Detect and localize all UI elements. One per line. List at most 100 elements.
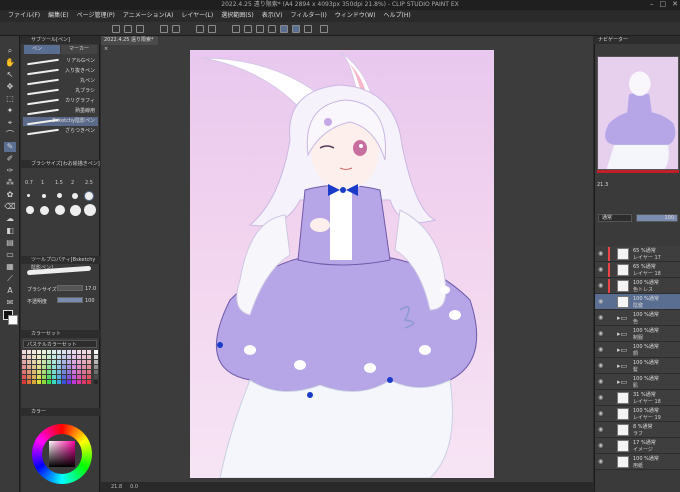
color-swatch[interactable] [87, 355, 91, 359]
color-swatch[interactable] [37, 355, 41, 359]
opacity-slider[interactable] [57, 297, 83, 303]
color-swatch[interactable] [37, 375, 41, 379]
color-swatch[interactable] [27, 365, 31, 369]
color-swatch[interactable] [94, 380, 98, 384]
eye-icon[interactable]: ◉ [598, 458, 603, 465]
layer-row[interactable]: ◉ 65 %通常 レイヤー 18 [595, 262, 680, 278]
eye-icon[interactable]: ◉ [598, 330, 603, 337]
color-swatch[interactable] [67, 350, 71, 354]
menu-selection[interactable]: 選択範囲(S) [221, 10, 254, 22]
eye-icon[interactable]: ◉ [598, 426, 603, 433]
color-swatch[interactable] [87, 365, 91, 369]
color-swatch[interactable] [87, 375, 91, 379]
blend-mode-select[interactable]: 通常 [598, 214, 632, 222]
menu-window[interactable]: ウィンドウ(W) [335, 10, 376, 22]
brush-size-slider[interactable] [57, 285, 83, 291]
eye-icon[interactable]: ◉ [598, 314, 603, 321]
color-swatch[interactable] [52, 350, 56, 354]
brush-item-selected[interactable]: Bsketchy陰影ペン [23, 117, 98, 126]
layer-row[interactable]: ◉ 65 %通常 レイヤー 17 [595, 246, 680, 262]
color-swatch[interactable] [94, 350, 98, 354]
operation-tool-icon[interactable]: ↖ [4, 70, 16, 80]
color-swatch[interactable] [72, 360, 76, 364]
smartphone-icon[interactable] [320, 25, 328, 33]
snap-grid-icon[interactable] [304, 25, 312, 33]
eye-icon[interactable]: ◉ [598, 346, 603, 353]
zoom-tool-icon[interactable]: ⌕ [4, 46, 16, 56]
color-swatch[interactable] [52, 365, 56, 369]
color-swatch[interactable] [57, 365, 61, 369]
color-swatch[interactable] [42, 350, 46, 354]
move-layer-tool-icon[interactable]: ✥ [4, 82, 16, 92]
frame-tool-icon[interactable]: ▦ [4, 262, 16, 272]
navigator-zoom-bar[interactable] [597, 170, 679, 173]
color-swatch[interactable] [37, 365, 41, 369]
color-swatch[interactable] [47, 375, 51, 379]
menu-layer[interactable]: レイヤー(L) [181, 10, 213, 22]
color-swatch[interactable] [47, 370, 51, 374]
brush-item[interactable]: 入り抜きペン [23, 67, 98, 76]
color-swatch[interactable] [82, 380, 86, 384]
color-swatch[interactable] [52, 360, 56, 364]
color-swatch[interactable] [22, 365, 26, 369]
color-swatch[interactable] [47, 350, 51, 354]
size-dot[interactable] [27, 194, 30, 197]
brush-item[interactable]: リアルGペン [23, 57, 98, 66]
brush-item[interactable]: ざらつきペン [23, 127, 98, 136]
color-swatch[interactable] [67, 380, 71, 384]
color-swatch[interactable] [77, 370, 81, 374]
size-dot-selected[interactable] [85, 192, 93, 200]
color-swatch[interactable] [77, 360, 81, 364]
new-file-icon[interactable] [112, 25, 120, 33]
color-swatch[interactable] [72, 365, 76, 369]
color-swatch[interactable] [32, 380, 36, 384]
color-swatch[interactable] [27, 360, 31, 364]
fill-tool-icon[interactable]: ◧ [4, 226, 16, 236]
brush-item[interactable]: 丸ペン [23, 77, 98, 86]
hand-tool-icon[interactable]: ✋ [4, 58, 16, 68]
color-swatch[interactable] [47, 380, 51, 384]
color-swatch[interactable] [62, 370, 66, 374]
color-swatch[interactable] [22, 355, 26, 359]
color-swatch[interactable] [67, 360, 71, 364]
maximize-icon[interactable]: □ [660, 0, 667, 8]
color-swatch[interactable] [42, 355, 46, 359]
color-swatch[interactable] [72, 380, 76, 384]
color-swatch[interactable] [57, 380, 61, 384]
brush-tool-icon[interactable]: ✑ [4, 166, 16, 176]
color-swatch[interactable] [32, 365, 36, 369]
sub-color-swatch[interactable] [8, 315, 18, 325]
color-swatch[interactable] [32, 375, 36, 379]
size-dot[interactable] [42, 194, 46, 198]
tab-marker[interactable]: マーカー [61, 45, 97, 54]
deselect-icon[interactable] [256, 25, 264, 33]
eye-icon[interactable]: ◉ [598, 266, 603, 273]
layer-row[interactable]: ◉ ▸▭ 100 %通常色 [595, 310, 680, 326]
color-swatch[interactable] [94, 370, 98, 374]
color-swatch[interactable] [82, 350, 86, 354]
auto-select-tool-icon[interactable]: ✦ [4, 106, 16, 116]
color-swatch[interactable] [42, 380, 46, 384]
menu-filter[interactable]: フィルター(I) [291, 10, 327, 22]
color-swatch[interactable] [62, 360, 66, 364]
color-swatch[interactable] [42, 365, 46, 369]
saturation-value-square[interactable] [49, 441, 75, 467]
layer-row[interactable]: ◉ 100 %通常 色トレス [595, 278, 680, 294]
menu-help[interactable]: ヘルプ(H) [383, 10, 410, 22]
color-swatch[interactable] [22, 375, 26, 379]
color-swatch[interactable] [67, 370, 71, 374]
size-dot[interactable] [55, 205, 65, 215]
open-file-icon[interactable] [124, 25, 132, 33]
color-swatch[interactable] [77, 380, 81, 384]
document-tab[interactable]: 2022.4.25 遠り限索* × [101, 36, 158, 52]
color-swatch[interactable] [57, 355, 61, 359]
redo-icon[interactable] [172, 25, 180, 33]
color-swatch[interactable] [62, 375, 66, 379]
color-swatch[interactable] [57, 370, 61, 374]
color-swatch[interactable] [52, 355, 56, 359]
gradient-tool-icon[interactable]: ▤ [4, 238, 16, 248]
decoration-tool-icon[interactable]: ✿ [4, 190, 16, 200]
color-swatch[interactable] [87, 370, 91, 374]
color-swatch[interactable] [47, 365, 51, 369]
color-swatch[interactable] [77, 355, 81, 359]
